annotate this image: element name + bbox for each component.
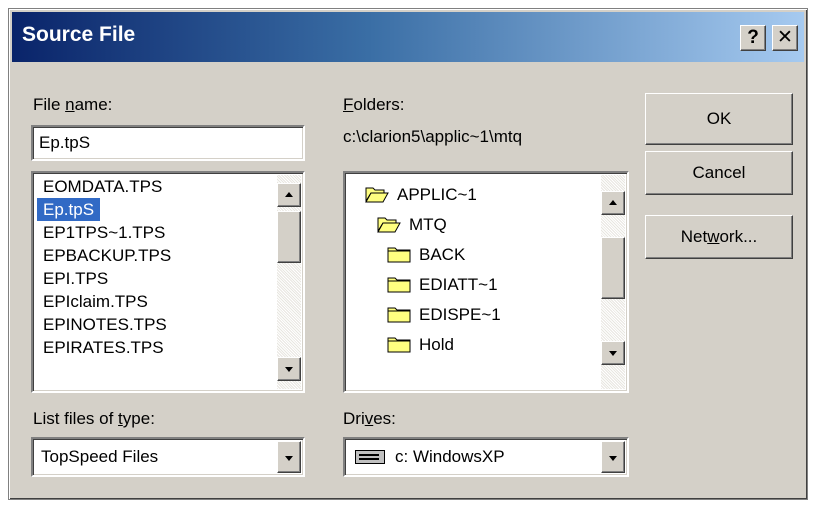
folder-tree-item-label: APPLIC~1 — [397, 185, 477, 204]
folder-tree-item[interactable]: EDIATT~1 — [387, 273, 498, 297]
file-type-dropdown-button[interactable] — [277, 441, 301, 473]
drives-label: Drives: — [343, 409, 396, 428]
close-icon: ✕ — [777, 27, 793, 48]
folder-tree-item-label: EDISPE~1 — [419, 305, 501, 324]
file-type-label: List files of type: — [33, 409, 155, 428]
folder-tree-item[interactable]: MTQ — [377, 213, 447, 237]
file-list-item[interactable]: EPI.TPS — [37, 267, 114, 290]
drives-select[interactable]: c: WindowsXP — [343, 437, 629, 477]
folder-tree-item[interactable]: EDISPE~1 — [387, 303, 501, 327]
file-scroll-down-button[interactable] — [277, 357, 301, 381]
folder-tree-item-label: MTQ — [409, 215, 447, 234]
network-button[interactable]: Network... — [645, 215, 793, 259]
source-file-dialog: Source File ? ✕ File name: Ep.tpS EOMDAT… — [8, 8, 808, 500]
open-folder-icon — [365, 185, 389, 203]
folder-tree-item-label: EDIATT~1 — [419, 275, 498, 294]
folder-tree-item[interactable]: Hold — [387, 333, 454, 357]
file-type-value: TopSpeed Files — [41, 447, 159, 466]
file-list-item[interactable]: EPBACKUP.TPS — [37, 244, 177, 267]
folders-label: Folders: — [343, 95, 405, 114]
file-list-item[interactable]: EPIclaim.TPS — [37, 290, 154, 313]
file-name-value: Ep.tpS — [39, 133, 91, 152]
file-list-scrollbar[interactable] — [277, 175, 301, 389]
file-scroll-thumb[interactable] — [277, 211, 301, 263]
folder-icon — [387, 305, 411, 323]
folder-icon — [387, 275, 411, 293]
folder-icon — [387, 245, 411, 263]
file-list-item[interactable]: EP1TPS~1.TPS — [37, 221, 171, 244]
folder-tree-item[interactable]: BACK — [387, 243, 465, 267]
folder-scroll-up-button[interactable] — [601, 191, 625, 215]
chevron-down-icon — [285, 456, 293, 461]
drives-dropdown-button[interactable] — [601, 441, 625, 473]
chevron-down-icon — [609, 456, 617, 461]
folder-icon — [387, 335, 411, 353]
file-name-input[interactable]: Ep.tpS — [31, 125, 305, 161]
dialog-title: Source File — [22, 23, 136, 46]
open-folder-icon — [377, 215, 401, 233]
folder-tree[interactable]: APPLIC~1 MTQ BACK EDIATT~1 EDISPE~1 Hold — [343, 171, 629, 393]
close-button[interactable]: ✕ — [772, 25, 798, 51]
file-list-item[interactable]: EOMDATA.TPS — [37, 175, 168, 198]
folder-scroll-thumb[interactable] — [601, 237, 625, 299]
folder-tree-item[interactable]: APPLIC~1 — [365, 183, 477, 207]
file-type-select[interactable]: TopSpeed Files — [31, 437, 305, 477]
cancel-button[interactable]: Cancel — [645, 151, 793, 195]
drives-value: c: WindowsXP — [395, 447, 505, 466]
file-name-label: File name: — [33, 95, 113, 114]
current-folder-path: c:\clarion5\applic~1\mtq — [343, 127, 523, 146]
folder-scroll-down-button[interactable] — [601, 341, 625, 365]
file-list[interactable]: EOMDATA.TPS Ep.tpS EP1TPS~1.TPS EPBACKUP.TP… — [31, 171, 305, 393]
scroll-down-icon — [609, 351, 617, 356]
scroll-up-icon — [609, 200, 617, 205]
file-list-item[interactable]: EPINOTES.TPS — [37, 313, 173, 336]
file-scroll-up-button[interactable] — [277, 183, 301, 207]
folder-tree-item-label: Hold — [419, 335, 454, 354]
drive-icon — [355, 450, 385, 464]
ok-button[interactable]: OK — [645, 93, 793, 145]
help-button[interactable]: ? — [740, 25, 766, 51]
scroll-down-icon — [285, 367, 293, 372]
folder-tree-scrollbar[interactable] — [601, 175, 625, 389]
folder-tree-item-label: BACK — [419, 245, 466, 264]
title-bar[interactable]: Source File ? ✕ — [12, 12, 804, 62]
scroll-up-icon — [285, 192, 293, 197]
file-list-item[interactable]: EPIRATES.TPS — [37, 336, 170, 359]
file-list-item[interactable]: Ep.tpS — [37, 198, 101, 221]
